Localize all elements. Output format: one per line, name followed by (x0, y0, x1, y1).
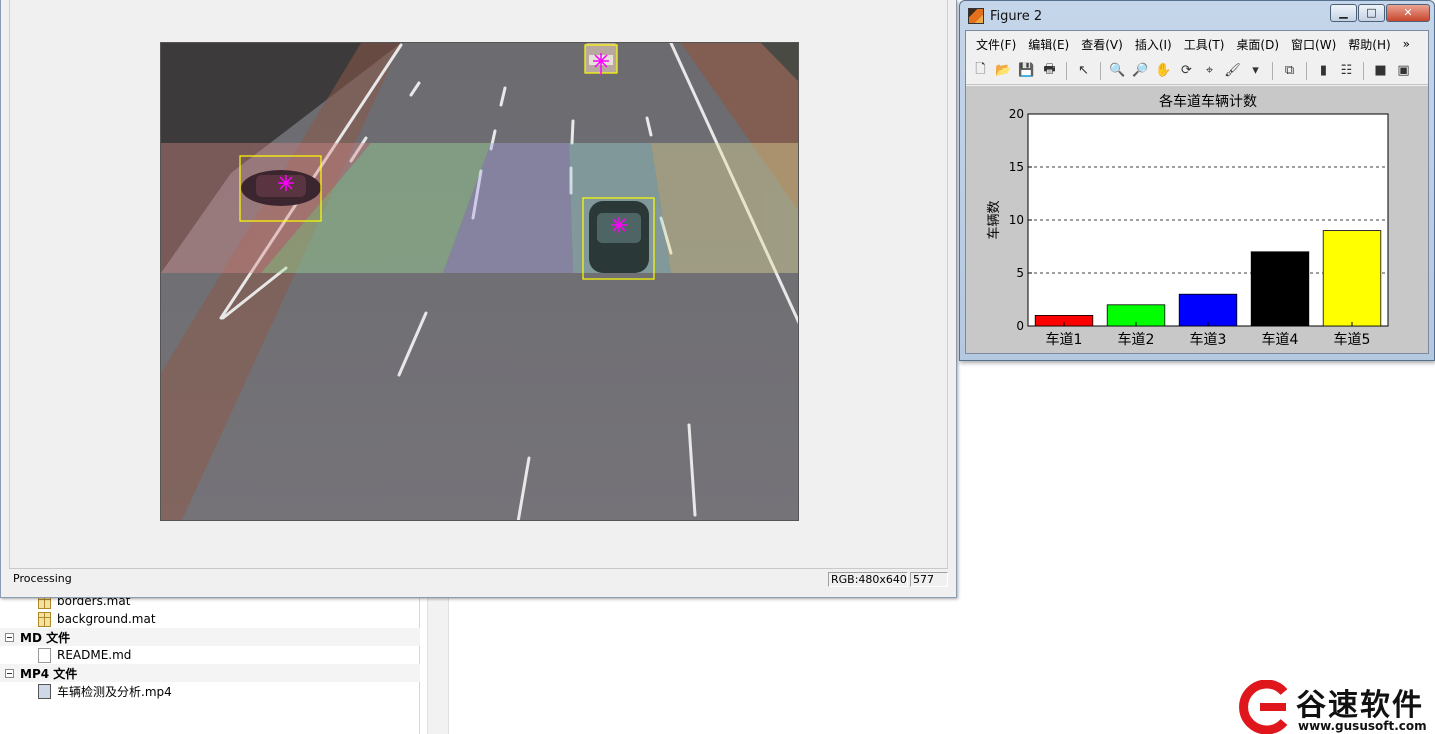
file-browser-panel: borders.mat background.mat MD 文件 README.md M… (0, 593, 420, 734)
save-icon[interactable]: 💾 (1016, 60, 1037, 81)
y-tick-label: 20 (1009, 107, 1024, 121)
tree-item-label: MD 文件 (20, 630, 71, 645)
menu-item[interactable]: 查看(V) (1077, 33, 1131, 56)
open-file-icon[interactable]: 📂 (993, 60, 1014, 81)
status-text: Processing (13, 572, 72, 585)
y-tick-label: 5 (1016, 266, 1024, 280)
watermark: 谷速软件 www.gususoft.com (1238, 678, 1435, 734)
watermark-brand-name: 谷速软件 (1296, 688, 1424, 723)
figure2-titlebar[interactable]: Figure 2 (968, 6, 1042, 26)
close-button[interactable]: ✕ (1386, 4, 1430, 22)
data-cursor-icon[interactable]: ⌖ (1199, 60, 1220, 81)
toolbar-separator (1363, 61, 1364, 80)
figure1-window: Processing RGB:480x640 577 (0, 0, 957, 598)
hide-plot-tools-icon[interactable]: ■ (1370, 60, 1391, 81)
y-axis-label: 车辆数 (986, 200, 1002, 239)
figure-canvas: 0 5 10 15 20 车道1 车道2 车道3 车道4 车道5 各车道车辆计数车辆数 (966, 86, 1428, 353)
x-tick-label: 车道3 (1190, 331, 1227, 348)
gususoft-logo (1239, 680, 1288, 734)
figure-toolbar: 🗋 📂 💾 🖶 ↖ 🔍 🔎 ✋ ⟳ ⌖ 🖌 ▾ ⧉ ▮ ☷ ■ ▣ (966, 57, 1428, 85)
rotate-3d-icon[interactable]: ⟳ (1176, 60, 1197, 81)
collapse-toggle-icon[interactable] (5, 668, 14, 678)
tree-item-label: MP4 文件 (20, 666, 78, 681)
video-frame (160, 42, 799, 521)
traffic-video-frame (161, 43, 798, 520)
toolbar-separator (1100, 61, 1101, 80)
y-tick-label: 10 (1009, 213, 1024, 227)
bar-chart: 0 5 10 15 20 车道1 车道2 车道3 车道4 车道5 各车道车辆计数车辆数 (986, 93, 1389, 348)
menu-item[interactable]: 窗口(W) (1287, 33, 1344, 56)
toolbar-separator (1306, 61, 1307, 80)
zoom-in-icon[interactable]: 🔍 (1107, 60, 1128, 81)
y-tick-label: 0 (1016, 319, 1024, 333)
edit-plot-arrow-icon[interactable]: ↖ (1073, 60, 1094, 81)
toolbar-separator (1272, 61, 1273, 80)
show-plot-tools-icon[interactable]: ▣ (1393, 60, 1414, 81)
tree-group[interactable]: MD 文件 (0, 628, 420, 646)
frame-number-cell: 577 (910, 572, 948, 587)
tree-file[interactable]: README.md (0, 646, 420, 664)
panel-splitter[interactable] (427, 596, 449, 734)
bar (1250, 251, 1310, 327)
legend-icon[interactable]: ☷ (1336, 60, 1357, 81)
bar (1178, 293, 1238, 327)
colorbar-icon[interactable]: ▮ (1313, 60, 1334, 81)
menu-item[interactable]: 文件(F) (972, 33, 1024, 56)
tree-file[interactable]: 车辆检测及分析.mp4 (0, 682, 420, 700)
tree-group[interactable]: MP4 文件 (0, 664, 420, 682)
image-info-cell: RGB:480x640 (828, 572, 908, 587)
menu-item[interactable]: 帮助(H) (1344, 33, 1398, 56)
toolbar-separator (1066, 61, 1067, 80)
menu-item[interactable]: 插入(I) (1131, 33, 1180, 56)
mp4-file-icon (38, 683, 51, 699)
y-tick-label: 15 (1009, 160, 1024, 174)
tree-item-label: 车辆检测及分析.mp4 (57, 684, 172, 699)
figure1-status-bar: Processing RGB:480x640 577 (9, 568, 948, 589)
maximize-button[interactable]: □ (1358, 4, 1385, 22)
mat-file-icon (38, 611, 51, 627)
car-right (589, 201, 649, 273)
bar (1322, 230, 1382, 327)
x-tick-label: 车道2 (1118, 331, 1155, 348)
brush-dropdown-icon[interactable]: ▾ (1245, 60, 1266, 81)
menu-item[interactable]: 桌面(D) (1232, 33, 1287, 56)
pan-hand-icon[interactable]: ✋ (1153, 60, 1174, 81)
new-figure-icon[interactable]: 🗋 (970, 60, 991, 81)
md-file-icon (38, 647, 51, 663)
tree-file[interactable]: background.mat (0, 610, 420, 628)
x-tick-label: 车道4 (1262, 331, 1299, 348)
tree-item-label: background.mat (57, 612, 156, 626)
watermark-url: www.gususoft.com (1298, 719, 1427, 733)
figure2-client-area: 文件(F) 编辑(E) 查看(V) 插入(I) 工具(T) 桌面(D) 窗口(W) 帮助(H)… (965, 30, 1429, 354)
zoom-out-icon[interactable]: 🔎 (1130, 60, 1151, 81)
matlab-logo-icon (968, 8, 984, 24)
print-icon[interactable]: 🖶 (1039, 60, 1060, 81)
brush-icon[interactable]: 🖌 (1222, 60, 1243, 81)
figure2-window: Figure 2 ▁ □ ✕ 文件(F) 编辑(E) 查看(V) 插入(I) 工具(T)… (959, 0, 1435, 361)
link-plot-icon[interactable]: ⧉ (1279, 60, 1300, 81)
menu-item[interactable]: 工具(T) (1180, 33, 1233, 56)
tree-item-label: README.md (57, 648, 132, 662)
menu-bar: 文件(F) 编辑(E) 查看(V) 插入(I) 工具(T) 桌面(D) 窗口(W) 帮助(H)… (966, 31, 1428, 57)
lane-zones (161, 143, 798, 273)
x-tick-label: 车道5 (1334, 331, 1371, 348)
collapse-toggle-icon[interactable] (5, 632, 14, 642)
menu-item[interactable]: 编辑(E) (1024, 33, 1077, 56)
menu-item[interactable]: » (1399, 34, 1418, 54)
x-tick-label: 车道1 (1046, 331, 1083, 348)
minimize-button[interactable]: ▁ (1330, 4, 1357, 22)
window-title: Figure 2 (990, 8, 1043, 24)
chart-title: 各车道车辆计数 (1159, 93, 1257, 110)
